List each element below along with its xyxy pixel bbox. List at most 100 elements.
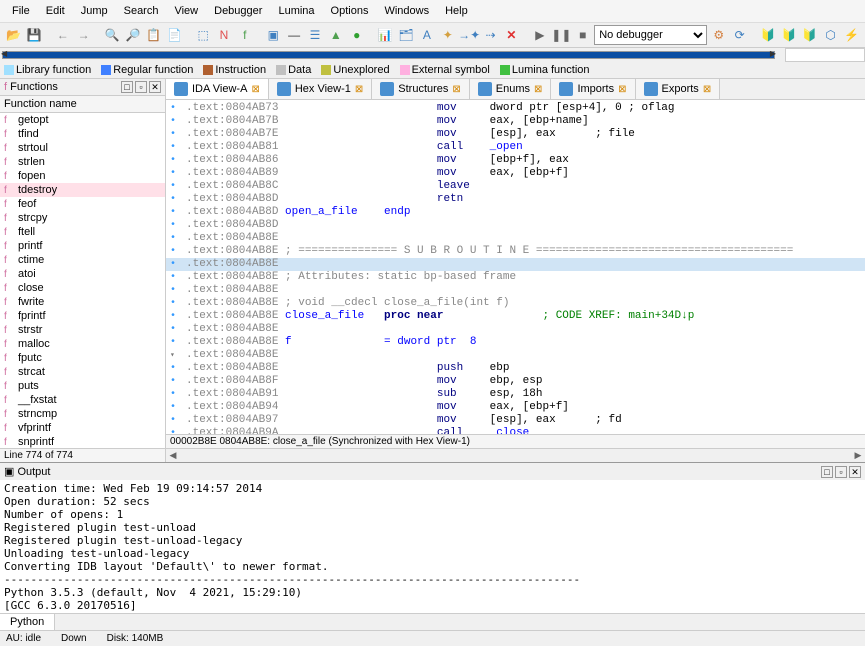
disasm-line[interactable]: •.text:0804AB7E mov [esp], eax ; file [166,128,865,141]
play-icon[interactable]: ▶ [531,25,550,45]
disasm-line[interactable]: •.text:0804AB8E [166,232,865,245]
disasm-line[interactable]: •.text:0804AB94 mov eax, [ebp+f] [166,401,865,414]
nav-band[interactable] [2,51,775,59]
undock-icon[interactable]: □ [821,466,833,478]
function-item[interactable]: f strcpy [0,211,165,225]
tool-icon[interactable]: ⚡ [842,25,861,45]
tool-icon[interactable]: 🔍 [103,25,122,45]
disasm-line[interactable]: •.text:0804AB8E [166,323,865,336]
disasm-line[interactable]: •.text:0804AB8E f = dword ptr 8 [166,336,865,349]
tool-icon[interactable]: — [285,25,304,45]
disasm-line[interactable]: •.text:0804AB9A call _close [166,427,865,434]
disasm-line[interactable]: •.text:0804AB97 mov [esp], eax ; fd [166,414,865,427]
fwd-icon[interactable]: → [74,25,93,45]
tab-enums[interactable]: Enums⊠ [470,79,552,99]
tool-icon[interactable]: A [417,25,436,45]
tool-icon[interactable]: 📊 [376,25,395,45]
menu-help[interactable]: Help [437,2,476,20]
function-item[interactable]: f tdestroy [0,183,165,197]
disasm-line[interactable]: •.text:0804AB8E ; =============== S U B … [166,245,865,258]
nav-overview[interactable] [785,48,865,62]
disasm-line[interactable]: •.text:0804AB8E [166,258,865,271]
menu-debugger[interactable]: Debugger [206,2,270,20]
tool-icon[interactable]: 🔎 [124,25,143,45]
stop2-icon[interactable]: ■ [573,25,592,45]
disasm-line[interactable]: •.text:0804AB73 mov dword ptr [esp+4], 0… [166,102,865,115]
save-icon[interactable]: 💾 [25,25,44,45]
close-icon[interactable]: ✕ [149,81,161,93]
debugger-select[interactable]: No debugger [594,25,707,45]
function-item[interactable]: f tfind [0,127,165,141]
disasm-line[interactable]: •.text:0804AB8D retn [166,193,865,206]
function-item[interactable]: f malloc [0,337,165,351]
tool-icon[interactable]: ▲ [326,25,345,45]
tool-icon[interactable]: 🔰 [800,25,819,45]
function-item[interactable]: f ctime [0,253,165,267]
tool-icon[interactable]: →✦ [459,25,479,45]
tool-icon[interactable]: ⚙ [709,25,728,45]
back-icon[interactable]: ← [53,25,72,45]
function-item[interactable]: f strncmp [0,407,165,421]
tool-icon[interactable]: ☰ [306,25,325,45]
menu-view[interactable]: View [166,2,206,20]
output-text[interactable]: Creation time: Wed Feb 19 09:14:57 2014 … [0,480,865,613]
function-item[interactable]: f strlen [0,155,165,169]
disasm-line[interactable]: •.text:0804AB81 call _open [166,141,865,154]
menu-search[interactable]: Search [116,2,167,20]
tool-icon[interactable]: f [235,25,254,45]
tab-imports[interactable]: Imports⊠ [551,79,635,99]
tool-icon[interactable]: N [215,25,234,45]
function-item[interactable]: f ftell [0,225,165,239]
function-item[interactable]: f fwrite [0,295,165,309]
disasm-line[interactable]: •.text:0804AB8E [166,284,865,297]
tool-icon[interactable]: ✦ [438,25,457,45]
function-item[interactable]: f fputc [0,351,165,365]
disasm-line[interactable]: •.text:0804AB8E push ebp [166,362,865,375]
function-item[interactable]: f snprintf [0,435,165,448]
disassembly-view[interactable]: •.text:0804AB73 mov dword ptr [esp+4], 0… [166,100,865,434]
functions-list[interactable]: f getoptf tfindf strtoulf strlenf fopenf… [0,113,165,448]
run-icon[interactable]: ● [347,25,366,45]
function-item[interactable]: f close [0,281,165,295]
functions-col-header[interactable]: Function name [0,96,165,113]
max-icon[interactable]: ▫ [135,81,147,93]
tool-icon[interactable]: 📋 [144,25,163,45]
h-scrollbar[interactable]: ◀▶ [166,448,865,462]
menu-file[interactable]: File [4,2,38,20]
tool-icon[interactable]: 📄 [165,25,184,45]
menu-lumina[interactable]: Lumina [270,2,322,20]
pause-icon[interactable]: ❚❚ [551,25,571,45]
menu-jump[interactable]: Jump [73,2,116,20]
menu-edit[interactable]: Edit [38,2,73,20]
tool-icon[interactable]: ⬡ [821,25,840,45]
tool-icon[interactable]: ⟳ [730,25,749,45]
tool-icon[interactable]: 🔰 [759,25,778,45]
function-item[interactable]: f atoi [0,267,165,281]
function-item[interactable]: f fopen [0,169,165,183]
menu-windows[interactable]: Windows [376,2,437,20]
disasm-line[interactable]: •.text:0804AB8F mov ebp, esp [166,375,865,388]
function-item[interactable]: f getopt [0,113,165,127]
menu-options[interactable]: Options [323,2,377,20]
close-icon[interactable]: ✕ [849,466,861,478]
tab-structures[interactable]: Structures⊠ [372,79,470,99]
disasm-line[interactable]: •.text:0804AB8E ; Attributes: static bp-… [166,271,865,284]
disasm-line[interactable]: ▾.text:0804AB8E [166,349,865,362]
function-item[interactable]: f feof [0,197,165,211]
disasm-line[interactable]: •.text:0804AB8D [166,219,865,232]
stop-icon[interactable]: ✕ [502,25,521,45]
output-tab-python[interactable]: Python [0,614,55,630]
tool-icon[interactable]: ▣ [264,25,283,45]
disasm-line[interactable]: •.text:0804AB7B mov eax, [ebp+name] [166,115,865,128]
tab-ida-view-a[interactable]: IDA View-A⊠ [166,79,269,99]
tool-icon[interactable]: ⬚ [194,25,213,45]
undock-icon[interactable]: □ [121,81,133,93]
disasm-line[interactable]: •.text:0804AB8D open_a_file endp [166,206,865,219]
function-item[interactable]: f strtoul [0,141,165,155]
tab-hex-view-1[interactable]: Hex View-1⊠ [269,79,372,99]
disasm-line[interactable]: •.text:0804AB8C leave [166,180,865,193]
disasm-line[interactable]: •.text:0804AB8E close_a_file proc near ;… [166,310,865,323]
disasm-line[interactable]: •.text:0804AB89 mov eax, [ebp+f] [166,167,865,180]
disasm-line[interactable]: •.text:0804AB91 sub esp, 18h [166,388,865,401]
function-item[interactable]: f __fxstat [0,393,165,407]
